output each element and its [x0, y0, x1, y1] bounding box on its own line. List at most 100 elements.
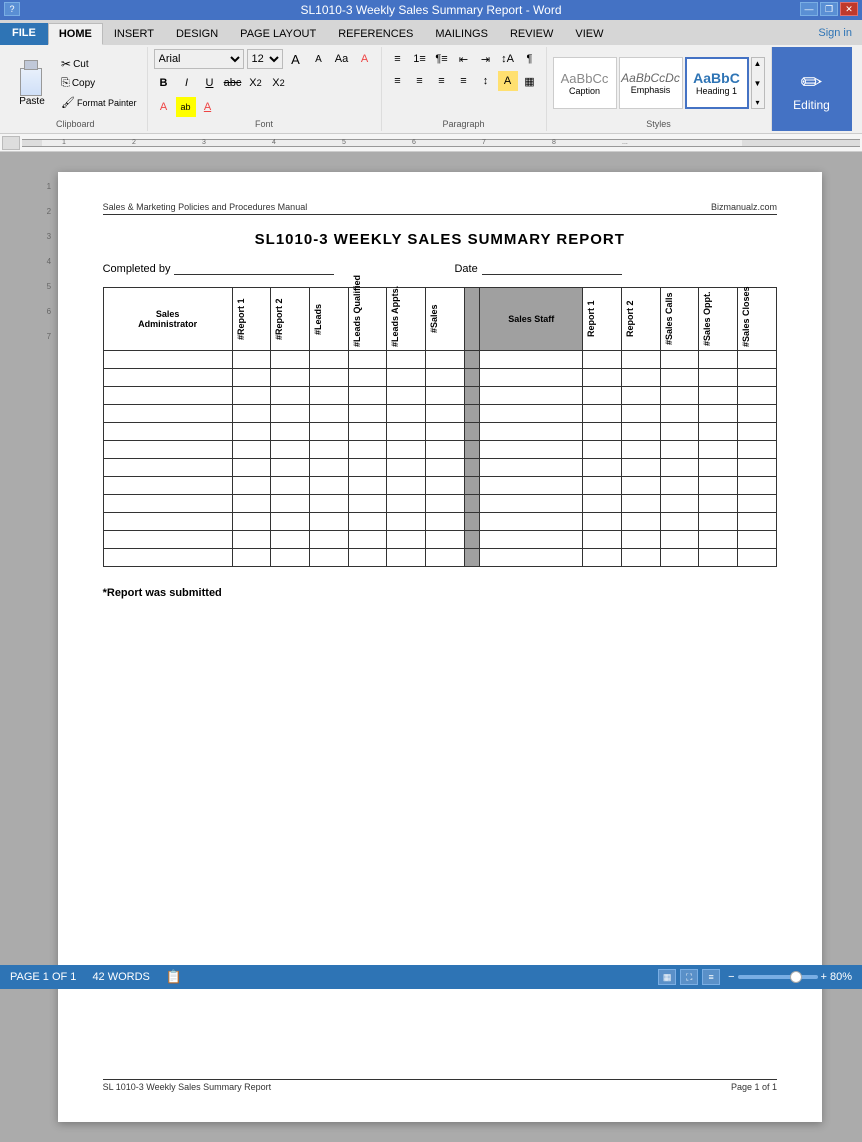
paste-button[interactable]: Paste	[10, 57, 54, 109]
align-left-btn[interactable]: ≡	[388, 71, 408, 91]
ribbon: FILE HOME INSERT DESIGN PAGE LAYOUT REFE…	[0, 20, 862, 134]
format-painter-button[interactable]: 🖌 Format Painter	[57, 94, 141, 111]
help-icon[interactable]: ?	[4, 2, 20, 16]
col-sales-admin-header: SalesAdministrator	[103, 288, 232, 351]
text-effects-btn[interactable]: A	[355, 49, 375, 69]
zoom-plus-btn[interactable]: +	[821, 971, 827, 983]
table-row	[103, 531, 776, 549]
footer-left: SL 1010-3 Weekly Sales Summary Report	[103, 1082, 272, 1092]
strikethrough-btn[interactable]: abc	[223, 73, 243, 93]
tab-mailings[interactable]: MAILINGS	[424, 23, 499, 45]
numbering-btn[interactable]: 1≡	[410, 49, 430, 69]
style-heading1[interactable]: AaBbC Heading 1	[685, 57, 749, 109]
close-btn[interactable]: ✕	[840, 2, 858, 16]
completed-by-field[interactable]	[174, 262, 334, 275]
doc-header: Sales & Marketing Policies and Procedure…	[103, 202, 777, 215]
style-caption[interactable]: AaBbCc Caption	[553, 57, 617, 109]
decrease-font-btn[interactable]: A	[309, 49, 329, 69]
italic-btn[interactable]: I	[177, 73, 197, 93]
completed-by-label: Completed by	[103, 263, 171, 275]
footer-right: Page 1 of 1	[731, 1082, 777, 1092]
text-color-btn[interactable]: A	[154, 97, 174, 117]
table-row	[103, 423, 776, 441]
date-field[interactable]	[482, 262, 622, 275]
font-group-content: Arial 12 A A Aa A B I U abc X2 X2	[154, 49, 375, 117]
editing-group: ✏ Editing	[772, 47, 852, 131]
table-row	[103, 477, 776, 495]
table-row	[103, 549, 776, 567]
line-spacing-btn[interactable]: ↕	[476, 71, 496, 91]
web-layout-btn[interactable]: ≡	[702, 969, 720, 985]
show-hide-btn[interactable]: ¶	[520, 49, 540, 69]
minimize-btn[interactable]: —	[800, 2, 818, 16]
bullets-btn[interactable]: ≡	[388, 49, 408, 69]
increase-indent-btn[interactable]: ⇥	[476, 49, 496, 69]
zoom-slider-track[interactable]	[738, 975, 818, 979]
justify-btn[interactable]: ≡	[454, 71, 474, 91]
copy-button[interactable]: ⎘ Copy	[57, 75, 141, 92]
col-sales-closes-header: #Sales Closes	[738, 288, 777, 351]
col-leads-appts-header: #Leads Appts.	[387, 288, 426, 351]
status-bar: PAGE 1 OF 1 42 WORDS 📋 ▦ ⛶ ≡ − + 80%	[0, 965, 862, 989]
cut-button[interactable]: ✂ Cut	[57, 55, 141, 73]
paragraph-group-content: ≡ 1≡ ¶≡ ⇤ ⇥ ↕A ¶ ≡ ≡ ≡ ≡ ↕ A ▦	[388, 49, 540, 117]
superscript-btn[interactable]: X2	[269, 73, 289, 93]
font-name-select[interactable]: Arial	[154, 49, 244, 69]
status-right: ▦ ⛶ ≡ − + 80%	[658, 969, 852, 985]
tab-view[interactable]: VIEW	[564, 23, 614, 45]
highlight-btn[interactable]: ab	[176, 97, 196, 117]
para-row1: ≡ 1≡ ¶≡ ⇤ ⇥ ↕A ¶	[388, 49, 540, 69]
font-color-btn[interactable]: A	[198, 97, 218, 117]
print-layout-btn[interactable]: ▦	[658, 969, 676, 985]
col-report1-header: #Report 1	[232, 288, 271, 351]
signin-link[interactable]: Sign in	[808, 23, 862, 45]
restore-btn[interactable]: ❐	[820, 2, 838, 16]
tab-review[interactable]: REVIEW	[499, 23, 564, 45]
styles-group: AaBbCc Caption AaBbCcDc Emphasis AaBbC H…	[547, 47, 772, 131]
editing-label[interactable]: Editing	[793, 98, 830, 112]
tab-insert[interactable]: INSERT	[103, 23, 165, 45]
table-row	[103, 441, 776, 459]
col-sales-header: #Sales	[426, 288, 465, 351]
increase-font-btn[interactable]: A	[286, 49, 306, 69]
ruler: 1 2 3 4 5 6 7 8 ...	[0, 134, 862, 152]
align-center-btn[interactable]: ≡	[410, 71, 430, 91]
col-leads-qualified-header: #Leads Qualified	[348, 288, 387, 351]
tab-page-layout[interactable]: PAGE LAYOUT	[229, 23, 327, 45]
copy-icon: ⎘	[61, 77, 70, 90]
ribbon-content: Paste ✂ Cut ⎘ Copy 🖌 Format Painter	[0, 45, 862, 133]
word-count: 42 WORDS	[92, 971, 149, 983]
font-size-select[interactable]: 12	[247, 49, 283, 69]
table-row	[103, 405, 776, 423]
paragraph-label: Paragraph	[442, 117, 484, 129]
table-row	[103, 387, 776, 405]
decrease-indent-btn[interactable]: ⇤	[454, 49, 474, 69]
col-report2-header: #Report 2	[271, 288, 310, 351]
divider-col-top	[464, 288, 479, 351]
zoom-minus-btn[interactable]: −	[728, 971, 734, 983]
editing-icon: ✏	[801, 67, 823, 98]
tab-references[interactable]: REFERENCES	[327, 23, 424, 45]
proofing-icon[interactable]: 📋	[166, 969, 182, 985]
report-note: *Report was submitted	[103, 587, 777, 599]
align-right-btn[interactable]: ≡	[432, 71, 452, 91]
sort-btn[interactable]: ↕A	[498, 49, 518, 69]
multilevel-btn[interactable]: ¶≡	[432, 49, 452, 69]
tab-design[interactable]: DESIGN	[165, 23, 229, 45]
font-row3: A ab A	[154, 97, 218, 117]
styles-scroll[interactable]: ▲ ▼ ▾	[751, 57, 765, 109]
shading-btn[interactable]: A	[498, 71, 518, 91]
paste-icon	[18, 60, 46, 96]
style-emphasis[interactable]: AaBbCcDc Emphasis	[619, 57, 683, 109]
underline-btn[interactable]: U	[200, 73, 220, 93]
borders-btn[interactable]: ▦	[520, 71, 540, 91]
full-screen-btn[interactable]: ⛶	[680, 969, 698, 985]
status-left: PAGE 1 OF 1 42 WORDS 📋	[10, 969, 182, 985]
tab-home[interactable]: HOME	[48, 23, 103, 45]
clear-format-btn[interactable]: Aa	[332, 49, 352, 69]
bold-btn[interactable]: B	[154, 73, 174, 93]
tab-file[interactable]: FILE	[0, 23, 48, 45]
header-left: Sales & Marketing Policies and Procedure…	[103, 202, 308, 212]
title-text: SL1010-3 Weekly Sales Summary Report - W…	[301, 3, 562, 17]
subscript-btn[interactable]: X2	[246, 73, 266, 93]
